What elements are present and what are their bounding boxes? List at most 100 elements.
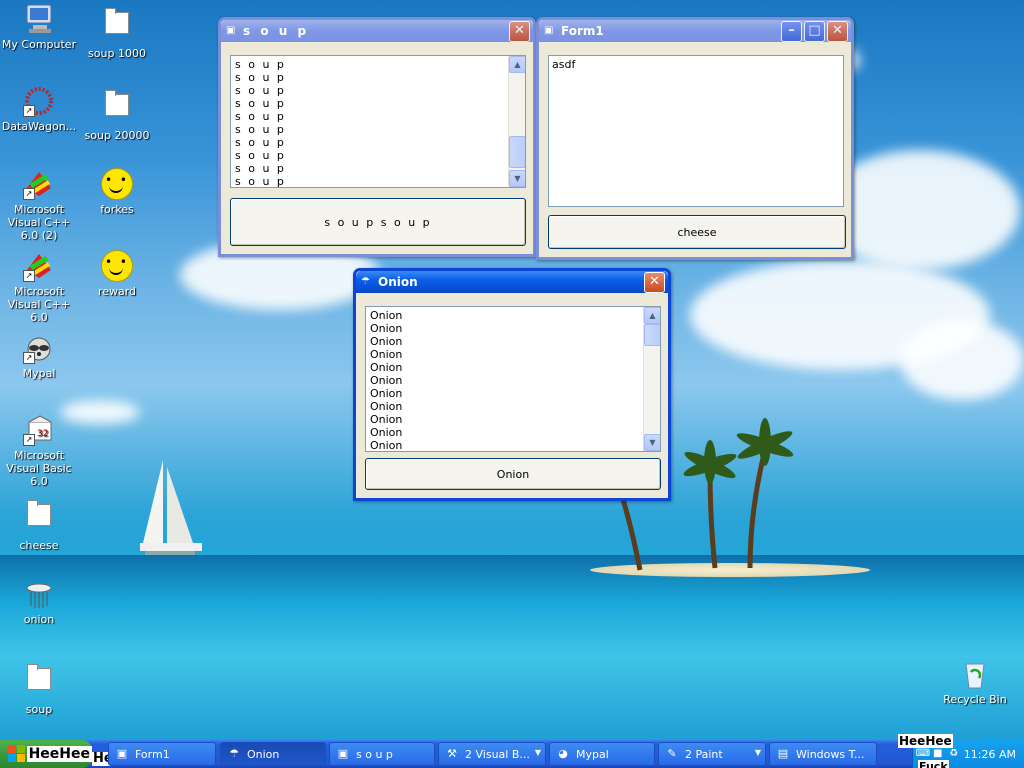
- desktop-icon-datawagon[interactable]: ↗ DataWagon...: [0, 85, 78, 133]
- vertical-scrollbar[interactable]: ▲ ▼: [508, 56, 525, 187]
- close-button[interactable]: ✕: [509, 20, 530, 42]
- desktop-icon-label: Recycle Bin: [943, 693, 1007, 706]
- soupsoup-button[interactable]: s o u p s o u p: [230, 198, 526, 246]
- onion-titlebar[interactable]: ☂ Onion ✕: [356, 271, 668, 293]
- raccoon-icon: ↗: [23, 332, 55, 364]
- desktop-icon-onion[interactable]: onion: [0, 578, 78, 626]
- file-icon: [101, 90, 133, 126]
- svg-text:32: 32: [37, 429, 48, 439]
- close-button[interactable]: ✕: [644, 271, 665, 293]
- desktop-icon-soup-20000[interactable]: soup 20000: [78, 90, 156, 142]
- list-item[interactable]: Onion: [370, 439, 656, 451]
- taskbar-item-label: Form1: [135, 747, 170, 761]
- tray-overlay-text-2: Fuck: [918, 760, 949, 768]
- window-icon: ▣: [116, 747, 128, 760]
- taskbar-item-visual-basic[interactable]: ⚒ 2 Visual B... ▼: [438, 742, 546, 766]
- list-item[interactable]: Onion: [370, 309, 656, 322]
- onion-button[interactable]: Onion: [365, 458, 661, 490]
- paint-icon: ✎: [667, 747, 677, 760]
- desktop-icon-forkes[interactable]: forkes: [78, 168, 156, 216]
- list-item[interactable]: Onion: [370, 348, 656, 361]
- keyboard-icon[interactable]: ⌨: [916, 748, 930, 760]
- list-item[interactable]: Onion: [370, 387, 656, 400]
- desktop-icon-visual-cpp-2[interactable]: ↗ Microsoft Visual C++ 6.0 (2): [0, 168, 78, 242]
- file-icon: [101, 8, 133, 44]
- desktop-icon-cheese[interactable]: cheese: [0, 500, 78, 552]
- list-item[interactable]: Onion: [370, 413, 656, 426]
- smiley-icon: [101, 250, 133, 282]
- scroll-down-icon[interactable]: ▼: [644, 434, 660, 451]
- scroll-thumb[interactable]: [644, 324, 660, 346]
- desktop-icon-recycle-bin[interactable]: Recycle Bin: [936, 658, 1014, 706]
- list-item[interactable]: Onion: [370, 426, 656, 439]
- cheese-button[interactable]: cheese: [548, 215, 846, 249]
- list-item[interactable]: s o u p: [235, 71, 521, 84]
- onion-window[interactable]: ☂ Onion ✕ Onion Onion Onion Onion Onion …: [353, 268, 671, 501]
- sea: [0, 555, 1024, 740]
- taskbar-item-paint[interactable]: ✎ 2 Paint ▼: [658, 742, 766, 766]
- taskbar-item-mypal[interactable]: ◕ Mypal: [549, 742, 655, 766]
- sailboat: [140, 460, 202, 555]
- list-item[interactable]: Onion: [370, 400, 656, 413]
- list-item[interactable]: s o u p: [235, 58, 521, 71]
- form1-textbox[interactable]: asdf: [548, 55, 844, 207]
- form1-titlebar[interactable]: ▣ Form1 – □ ✕: [539, 20, 851, 42]
- list-item[interactable]: s o u p: [235, 136, 521, 149]
- vertical-scrollbar[interactable]: ▲ ▼: [643, 307, 660, 451]
- visual-cpp-icon: ↗: [23, 168, 55, 200]
- desktop-icon-mypal[interactable]: ↗ Mypal: [0, 332, 78, 380]
- scroll-down-icon[interactable]: ▼: [509, 170, 525, 187]
- desktop-icon-label: onion: [23, 613, 55, 626]
- network-icon[interactable]: ■: [932, 748, 944, 760]
- close-button[interactable]: ✕: [827, 20, 848, 42]
- list-item[interactable]: s o u p: [235, 162, 521, 175]
- window-icon: ▣: [226, 25, 236, 36]
- chevron-down-icon: ▼: [754, 748, 761, 757]
- list-item[interactable]: Onion: [370, 322, 656, 335]
- scroll-up-icon[interactable]: ▲: [644, 307, 660, 324]
- list-item[interactable]: Onion: [370, 335, 656, 348]
- taskbar-item-onion[interactable]: ☂ Onion: [220, 742, 326, 766]
- smiley-icon: [101, 168, 133, 200]
- minimize-button[interactable]: –: [781, 20, 802, 42]
- list-item[interactable]: s o u p: [235, 97, 521, 110]
- maximize-button[interactable]: □: [804, 20, 825, 42]
- desktop-icon-label: Microsoft Visual C++ 6.0 (2): [7, 203, 71, 242]
- clock[interactable]: 11:26 AM: [964, 748, 1016, 761]
- chevron-down-icon: ▼: [534, 748, 541, 757]
- taskbar-item-form1[interactable]: ▣ Form1: [108, 742, 216, 766]
- start-button[interactable]: HeeHee: [0, 740, 92, 768]
- desktop-icon-my-computer[interactable]: My Computer: [0, 3, 78, 51]
- windows-logo-icon: [8, 745, 25, 763]
- taskbar-item-soup[interactable]: ▣ s o u p: [329, 742, 435, 766]
- list-item[interactable]: s o u p: [235, 149, 521, 162]
- desktop-icon-visual-cpp[interactable]: ↗ Microsoft Visual C++ 6.0: [0, 250, 78, 324]
- scroll-thumb[interactable]: [509, 136, 525, 168]
- desktop-icon-reward[interactable]: reward: [78, 250, 156, 298]
- desktop-icon-soup[interactable]: soup: [0, 664, 78, 716]
- form1-window[interactable]: ▣ Form1 – □ ✕ asdf cheese: [536, 17, 854, 260]
- scroll-up-icon[interactable]: ▲: [509, 56, 525, 73]
- onion-icon: ☂: [229, 747, 239, 760]
- soup-titlebar[interactable]: ▣ s o u p ✕: [221, 20, 533, 42]
- onion-listbox[interactable]: Onion Onion Onion Onion Onion Onion Onio…: [365, 306, 661, 452]
- list-item[interactable]: s o u p: [235, 84, 521, 97]
- list-item[interactable]: Onion: [370, 374, 656, 387]
- file-icon: [23, 664, 55, 700]
- list-item[interactable]: s o u p: [235, 110, 521, 123]
- task-manager-icon: ▤: [777, 747, 789, 760]
- desktop-icon-soup-1000[interactable]: soup 1000: [78, 8, 156, 60]
- soup-window[interactable]: ▣ s o u p ✕ s o u p s o u p s o u p s o …: [218, 17, 536, 257]
- list-item[interactable]: Onion: [370, 361, 656, 374]
- desktop-icon-label: cheese: [19, 539, 59, 552]
- onion-icon: [23, 578, 55, 610]
- recycle-bin-icon: [959, 658, 991, 690]
- list-item[interactable]: s o u p: [235, 123, 521, 136]
- safely-remove-icon[interactable]: ♻: [948, 748, 960, 760]
- list-item[interactable]: s o u p: [235, 175, 521, 187]
- soup-listbox[interactable]: s o u p s o u p s o u p s o u p s o u p …: [230, 55, 526, 188]
- taskbar-item-label: Onion: [247, 747, 280, 761]
- desktop-icon-visual-basic[interactable]: 32 ↗ Microsoft Visual Basic 6.0: [0, 414, 78, 488]
- taskbar-item-task-manager[interactable]: ▤ Windows T...: [769, 742, 877, 766]
- window-icon: ▣: [337, 747, 349, 760]
